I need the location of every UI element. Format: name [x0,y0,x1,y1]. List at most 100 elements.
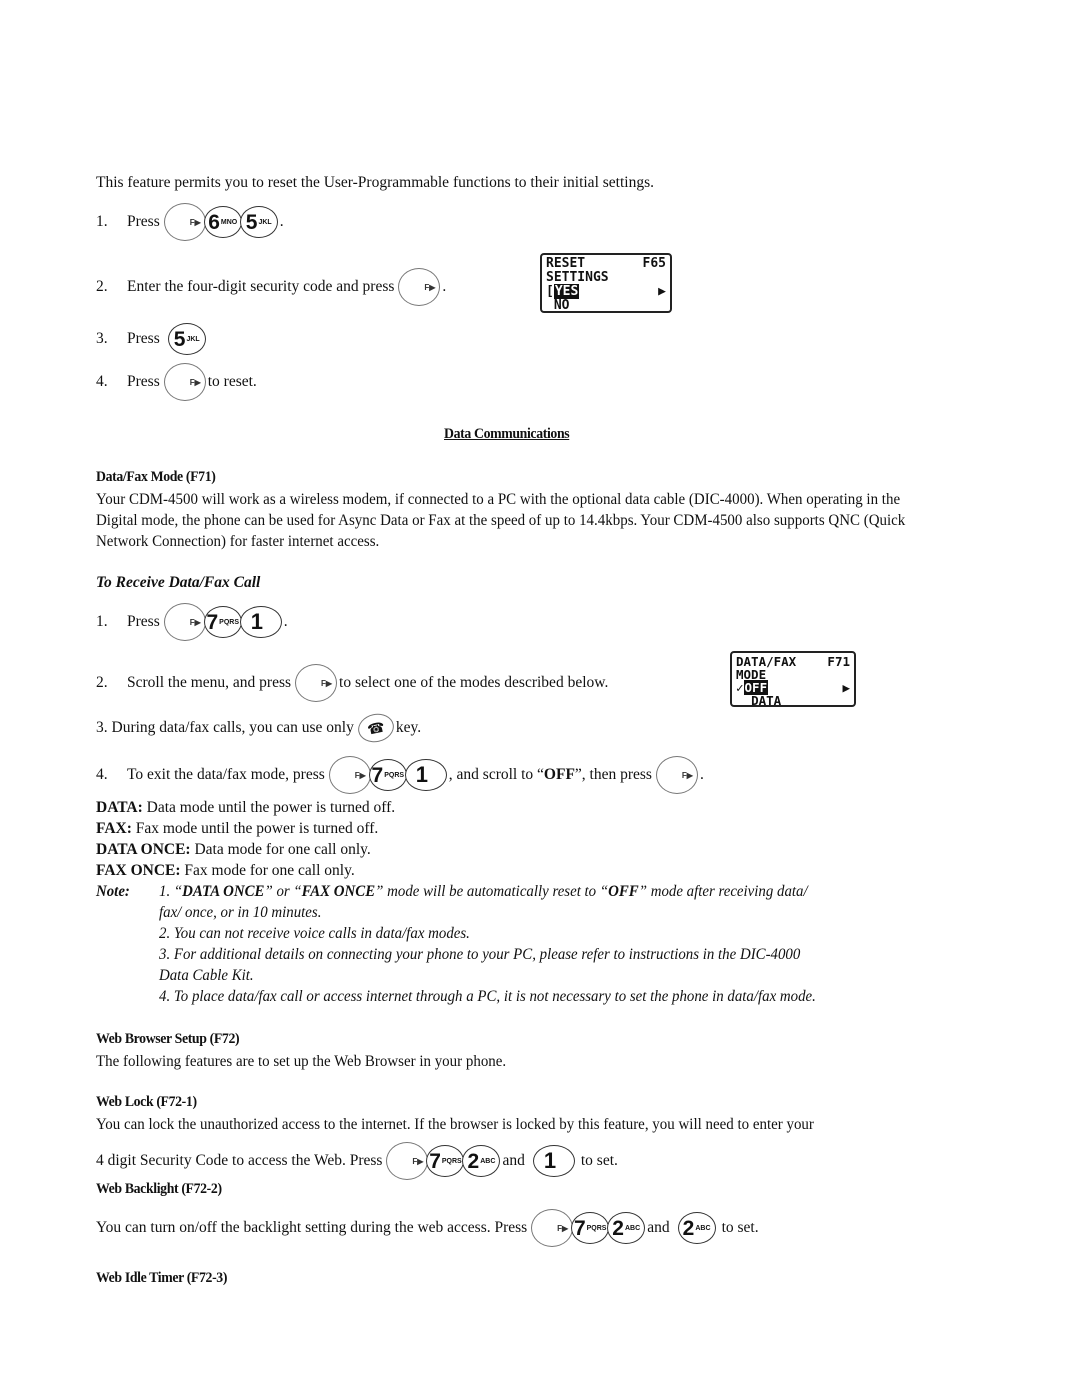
mode-item: DATA ONCE: Data mode for one call only. [96,841,371,858]
step-text-post: . [699,766,704,783]
datafax-heading: Data/Fax Mode (F71) [96,469,216,485]
web-lock-heading: Web Lock (F72-1) [96,1094,197,1110]
step-text-mid: , and scroll to “ [448,766,544,783]
step-text: Enter the four-digit security code and p… [127,278,395,295]
arrow-right-icon: ▶ [658,284,666,299]
step-text: To exit the data/fax mode, press [127,766,325,783]
step-text: Press [127,213,160,230]
key-2-icon: 2 ABC [462,1145,501,1177]
key-sequence: F▶ [295,664,338,702]
key-1-icon: 1 [404,759,447,791]
key-sequence: F▶ [655,756,698,794]
function-key-icon: F▶ [295,664,338,702]
step-text: Scroll the menu, and press [127,674,292,691]
note-item-4: 4. To place data/fax call or access inte… [159,988,816,1005]
function-key-icon: F▶ [163,603,206,641]
function-key-icon: F▶ [163,203,206,241]
step-text-mid2: ”, then press [574,766,652,783]
step-text-post: . [442,278,447,295]
key-sequence: F▶ 7 PQRS 1 [163,603,282,641]
step-number: 4. [96,373,108,390]
web-browser-body: The following features are to set up the… [96,1053,507,1070]
step-number: 1. [96,213,108,230]
and-text: and [502,1152,525,1169]
reset-step-4: 4. Press F▶ to reset. [96,363,257,401]
datafax-step-2: 2. Scroll the menu, and press F▶ to sele… [96,664,608,702]
datafax-body: Your CDM-4500 will work as a wireless mo… [96,491,906,550]
datafax-step-1: 1. Press F▶ 7 PQRS 1 . [96,603,288,641]
key-sequence: F▶ [398,268,441,306]
key-sequence: ☎ [355,710,397,746]
function-key-icon: F▶ [328,756,371,794]
step-text: Press [127,613,160,630]
note-item-1: 1. “DATA ONCE” or “FAX ONCE” mode will b… [159,883,808,900]
key-7-icon: 7 PQRS [203,606,242,638]
note-item-3-cont: Data Cable Kit. [159,967,254,984]
intro-text: This feature permits you to reset the Us… [96,174,654,191]
key-5-icon: 5 JKL [167,323,206,355]
key-5-icon: 5 JKL [239,206,278,238]
lcd-reset-settings: RESET F65 SETTINGS [YES ▶ NO [540,253,672,313]
step-text-post: to set. [721,1219,759,1236]
key-sequence: F▶ 7 PQRS 2 ABC [386,1142,501,1180]
step-text-post: to reset. [207,373,257,390]
step-text: Press [127,330,160,347]
step-text: 4 digit Security Code to access the Web.… [96,1152,383,1169]
web-lock-keys-line: 4 digit Security Code to access the Web.… [96,1142,618,1180]
key-7-icon: 7 PQRS [426,1145,465,1177]
step-number: 1. [96,613,108,630]
web-browser-heading: Web Browser Setup (F72) [96,1031,240,1047]
function-key-icon: F▶ [386,1142,429,1180]
step-text-post: . [279,213,284,230]
function-key-icon: F▶ [398,268,441,306]
key-sequence: 2 ABC [674,1212,716,1244]
key-2-icon: 2 ABC [607,1212,646,1244]
note-item-2: 2. You can not receive voice calls in da… [159,925,470,942]
function-key-icon: F▶ [163,363,206,401]
mode-list: DATA: Data mode until the power is turne… [96,797,395,881]
step-number: 2. [96,674,108,691]
note-item-1-cont: fax/ once, or in 10 minutes. [159,904,322,921]
datafax-step-3: 3. During data/fax calls, you can use on… [96,710,421,746]
step-number: 2. [96,278,108,295]
and-text: and [647,1219,670,1236]
key-1-icon: 1 [532,1145,575,1177]
step-text-post: . [283,613,288,630]
key-2-icon: 2 ABC [677,1212,716,1244]
datafax-step-4: 4. To exit the data/fax mode, press F▶ 7… [96,756,704,794]
mode-item: FAX ONCE: Fax mode for one call only. [96,862,355,879]
end-power-key-icon: ☎ [355,710,397,746]
web-lock-body: You can lock the unauthorized access to … [96,1116,814,1133]
function-key-icon: F▶ [655,756,698,794]
key-6-icon: 6 MNO [203,206,242,238]
key-sequence: 5 JKL [164,323,206,355]
web-backlight-line: You can turn on/off the backlight settin… [96,1209,759,1247]
key-sequence: F▶ 6 MNO 5 JKL [163,203,278,241]
key-sequence: F▶ 7 PQRS 2 ABC [531,1209,646,1247]
step-text-post: to select one of the modes described bel… [339,674,609,691]
key-1-icon: 1 [239,606,282,638]
step-text: Press [127,373,160,390]
step-text-post: to set. [580,1152,618,1169]
web-backlight-heading: Web Backlight (F72-2) [96,1181,222,1197]
section-title: Data Communications [444,426,570,442]
web-idle-heading: Web Idle Timer (F72-3) [96,1270,228,1286]
key-7-icon: 7 PQRS [368,759,407,791]
step-number: 3. [96,330,108,347]
reset-step-1: 1. Press F▶ 6 MNO 5 JKL . [96,203,284,241]
function-key-icon: F▶ [531,1209,574,1247]
step-text: You can turn on/off the backlight settin… [96,1219,528,1236]
mode-item: DATA: Data mode until the power is turne… [96,799,396,816]
step-text: 3. During data/fax calls, you can use on… [96,719,354,736]
reset-step-2: 2. Enter the four-digit security code an… [96,268,446,306]
mode-item: FAX: Fax mode until the power is turned … [96,820,379,837]
lcd-datafax-mode: DATA/FAX F71 MODE ✓OFF ▶ DATA [730,651,856,707]
note-item-3: 3. For additional details on connecting … [159,946,801,963]
key-sequence: F▶ [163,363,206,401]
key-sequence: 1 [529,1145,575,1177]
lcd-selected-option: YES [553,284,580,299]
datafax-subheading: To Receive Data/Fax Call [96,574,261,591]
key-sequence: F▶ 7 PQRS 1 [328,756,447,794]
note-label: Note: [96,883,130,900]
arrow-right-icon: ▶ [842,680,850,695]
